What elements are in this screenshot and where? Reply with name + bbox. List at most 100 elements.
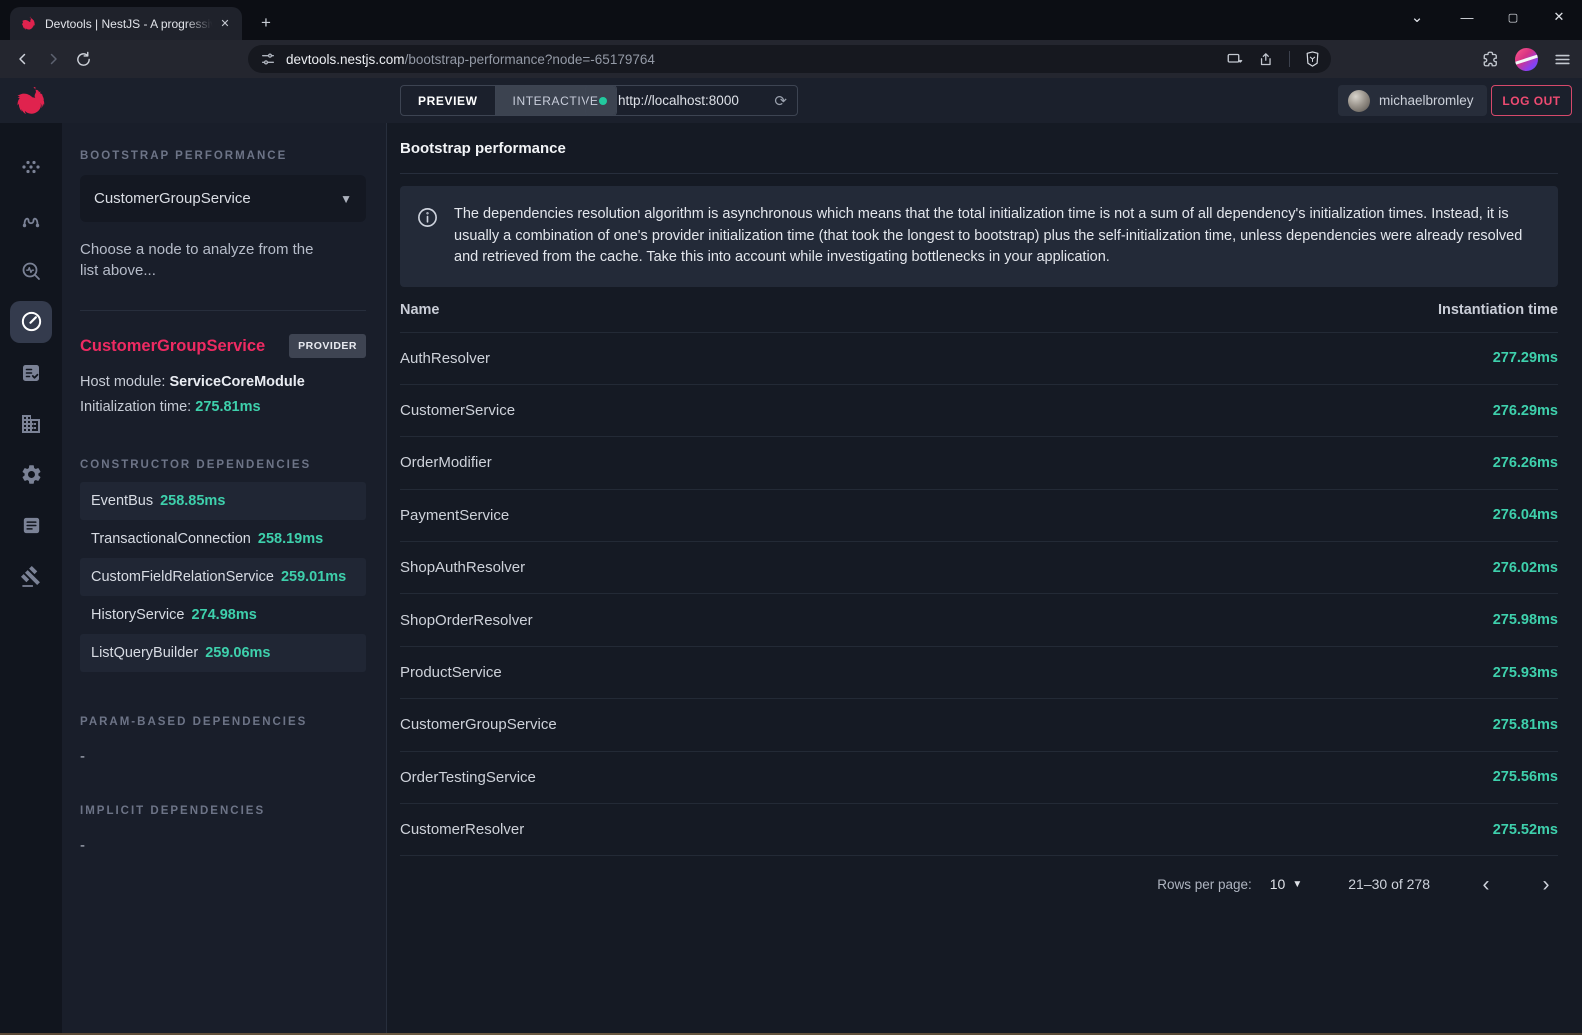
row-name: CustomerService	[400, 402, 515, 419]
param-deps-value: -	[80, 748, 366, 765]
node-select[interactable]: CustomerGroupService ▼	[80, 175, 366, 222]
nestjs-logo	[13, 83, 49, 119]
table-row[interactable]: CustomerGroupService 275.81ms	[400, 699, 1558, 751]
toolbar-separator	[1289, 51, 1290, 67]
chevron-down-icon: ▼	[340, 192, 352, 206]
forward-icon[interactable]	[38, 45, 68, 73]
url-path: /bootstrap-performance?node=-65179764	[405, 52, 655, 67]
user-chip[interactable]: michaelbromley	[1338, 85, 1487, 116]
brave-shield-icon[interactable]	[1304, 50, 1321, 68]
table-header: Name Instantiation time	[400, 289, 1558, 333]
dependency-time: 258.85ms	[160, 493, 225, 509]
browser-toolbar: devtools.nestjs.com/bootstrap-performanc…	[0, 40, 1582, 78]
browser-tab-bar: Devtools | NestJS - A progressive ✕ + ⌄ …	[0, 0, 1582, 40]
extensions-icon[interactable]	[1482, 50, 1500, 68]
dependency-item[interactable]: TransactionalConnection 258.19ms	[80, 520, 366, 558]
row-instantiation-time: 275.81ms	[1493, 717, 1558, 733]
refresh-icon[interactable]: ⟳	[774, 92, 787, 110]
dependency-item[interactable]: CustomFieldRelationService259.01ms	[80, 558, 366, 596]
tab-close-icon[interactable]: ✕	[216, 15, 234, 33]
dependency-name: TransactionalConnection	[91, 531, 251, 547]
next-page-button[interactable]: ›	[1534, 872, 1558, 896]
minimize-icon[interactable]: —	[1444, 2, 1490, 32]
address-bar[interactable]: devtools.nestjs.com/bootstrap-performanc…	[248, 45, 1331, 73]
icon-sidebar	[0, 123, 62, 1033]
performance-table: Name Instantiation time AuthResolver277.…	[400, 289, 1558, 913]
gavel-icon	[20, 565, 43, 588]
previous-page-button[interactable]: ‹	[1474, 872, 1498, 896]
target-url: http://localhost:8000	[618, 93, 774, 108]
row-name: OrderModifier	[400, 454, 492, 471]
info-icon	[416, 206, 439, 229]
dependency-item[interactable]: EventBus 258.85ms	[80, 482, 366, 520]
table-row[interactable]: AuthResolver277.29ms	[400, 333, 1558, 385]
host-module-line: Host module: ServiceCoreModule	[80, 374, 366, 390]
table-row[interactable]: PaymentService276.04ms	[400, 490, 1558, 542]
back-icon[interactable]	[8, 45, 38, 73]
docs-icon	[20, 514, 43, 537]
share-icon[interactable]	[1258, 51, 1275, 68]
connection-status-dot	[599, 97, 607, 105]
row-instantiation-time: 276.04ms	[1493, 507, 1558, 523]
reload-icon[interactable]	[68, 45, 98, 73]
constructor-deps-list: EventBus 258.85ms TransactionalConnection 2…	[80, 482, 366, 672]
row-name: AuthResolver	[400, 350, 490, 367]
toolbar-right-cluster	[1482, 45, 1572, 73]
table-row[interactable]: CustomerResolver275.52ms	[400, 804, 1558, 856]
table-row[interactable]: OrderModifier276.26ms	[400, 437, 1558, 489]
row-name: ShopAuthResolver	[400, 559, 525, 576]
dependency-name: CustomFieldRelationService	[91, 569, 274, 585]
row-name: ShopOrderResolver	[400, 612, 533, 629]
target-url-box[interactable]: http://localhost:8000 ⟳	[585, 85, 798, 116]
sidebar-item-bootstrap-performance[interactable]	[0, 296, 62, 347]
sidebar-item-docs[interactable]	[0, 500, 62, 551]
logout-button[interactable]: LOG OUT	[1491, 85, 1572, 116]
tab-preview[interactable]: PREVIEW	[401, 86, 495, 115]
rows-per-page-select[interactable]: 10 ▼	[1270, 876, 1302, 892]
dependency-item[interactable]: HistoryService274.98ms	[80, 596, 366, 634]
url-text: devtools.nestjs.com/bootstrap-performanc…	[286, 52, 1226, 67]
param-deps-title: PARAM-BASED DEPENDENCIES	[80, 716, 366, 728]
sidebar-item-insights[interactable]	[0, 245, 62, 296]
table-row[interactable]: OrderTestingService275.56ms	[400, 752, 1558, 804]
tab-search-icon[interactable]: ⌄	[1394, 2, 1440, 32]
browser-menu-icon[interactable]	[1553, 50, 1572, 69]
app-header: PREVIEW INTERACTIVE http://localhost:800…	[0, 78, 1582, 123]
dependency-name: EventBus	[91, 493, 153, 509]
chevron-down-icon: ▼	[1292, 879, 1302, 890]
sidebar-item-audit[interactable]	[0, 347, 62, 398]
dependency-name: ListQueryBuilder	[91, 645, 198, 661]
info-text: The dependencies resolution algorithm is…	[454, 204, 1536, 269]
sidebar-item-settings[interactable]	[0, 449, 62, 500]
sidebar-item-modules[interactable]	[0, 398, 62, 449]
close-window-icon[interactable]: ✕	[1536, 2, 1582, 32]
browser-profile-avatar[interactable]	[1515, 48, 1538, 71]
settings-gear-icon	[20, 463, 43, 486]
table-row[interactable]: ShopAuthResolver 276.02ms	[400, 542, 1558, 594]
dependency-time: 258.19ms	[258, 531, 323, 547]
sidebar-item-routes[interactable]	[0, 194, 62, 245]
nestjs-favicon	[20, 15, 37, 32]
table-row[interactable]: ShopOrderResolver275.98ms	[400, 594, 1558, 646]
row-name: ProductService	[400, 664, 502, 681]
username: michaelbromley	[1379, 93, 1474, 108]
send-to-device-icon[interactable]	[1226, 50, 1244, 68]
dependency-item[interactable]: ListQueryBuilder259.06ms	[80, 634, 366, 672]
browser-tab[interactable]: Devtools | NestJS - A progressive ✕	[10, 7, 242, 40]
url-domain: devtools.nestjs.com	[286, 52, 405, 67]
site-settings-icon[interactable]	[260, 51, 276, 67]
sidebar-item-legal[interactable]	[0, 551, 62, 602]
sidebar-item-graph[interactable]	[0, 143, 62, 194]
table-row[interactable]: CustomerService276.29ms	[400, 385, 1558, 437]
maximize-icon[interactable]: ▢	[1490, 2, 1536, 32]
route-icon	[19, 208, 43, 232]
row-instantiation-time: 276.02ms	[1493, 560, 1558, 576]
new-tab-button[interactable]: +	[252, 9, 280, 37]
table-row[interactable]: ProductService275.93ms	[400, 647, 1558, 699]
performance-gauge-icon	[19, 309, 44, 334]
row-name: OrderTestingService	[400, 769, 536, 786]
rows-per-page-label: Rows per page:	[1157, 877, 1252, 892]
row-name: CustomerGroupService	[400, 716, 557, 733]
window-controls: ⌄ — ▢ ✕	[1394, 0, 1582, 34]
main-content: Bootstrap performance The dependencies r…	[387, 123, 1582, 1033]
